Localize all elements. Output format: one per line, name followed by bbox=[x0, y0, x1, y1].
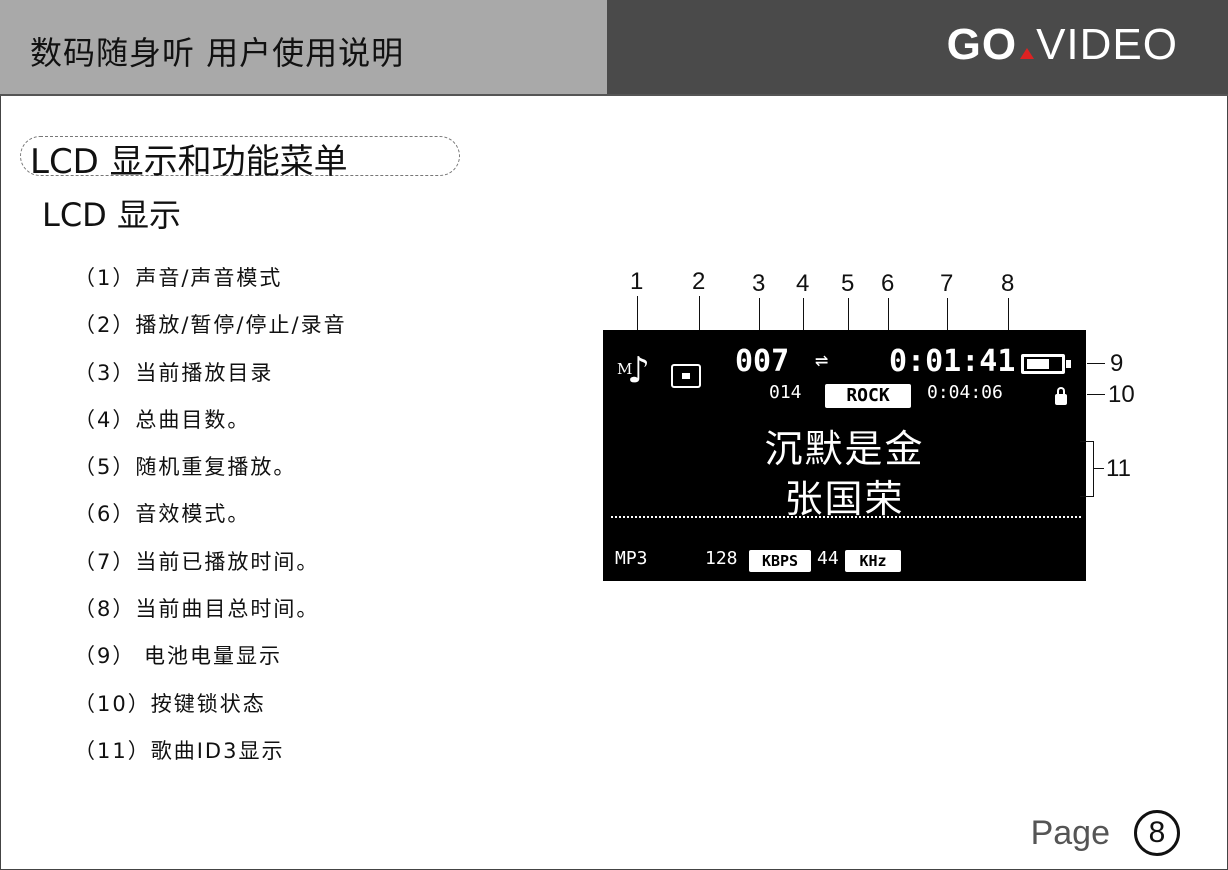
legend-item: （9） 电池电量显示 bbox=[74, 644, 283, 669]
logo-go-text: GO bbox=[946, 20, 1018, 69]
lcd-track-total: 014 bbox=[769, 382, 802, 403]
lcd-divider bbox=[611, 516, 1081, 518]
lcd-bitrate-unit: KBPS bbox=[749, 550, 811, 572]
document-title: 数码随身听 用户使用说明 bbox=[30, 34, 405, 72]
music-note-icon: ♪ bbox=[627, 348, 650, 392]
callout-number-8: 8 bbox=[1001, 270, 1015, 297]
lcd-song-title: 沉默是金 bbox=[764, 427, 925, 471]
lock-icon bbox=[1055, 387, 1067, 405]
legend-item: （11）歌曲ID3显示 bbox=[74, 738, 285, 763]
legend-item: （4）总曲目数。 bbox=[74, 407, 251, 432]
callout-number-3: 3 bbox=[752, 270, 766, 297]
callout-line-11 bbox=[1094, 468, 1104, 469]
page-number: 8 bbox=[1134, 810, 1180, 856]
legend-list: （1）声音/声音模式 （2）播放/暂停/停止/录音 （3）当前播放目录 （4）总… bbox=[74, 262, 347, 782]
brand-logo: GO VIDEO bbox=[947, 20, 1178, 70]
callout-number-9: 9 bbox=[1110, 350, 1124, 377]
callout-number-5: 5 bbox=[841, 270, 855, 297]
lcd-sample-rate: 44 bbox=[817, 548, 839, 569]
repeat-shuffle-icon: ⇌ bbox=[815, 348, 829, 373]
callout-number-11: 11 bbox=[1106, 455, 1131, 482]
lcd-eq-mode: ROCK bbox=[825, 384, 911, 408]
callout-number-1: 1 bbox=[630, 268, 644, 295]
lcd-folder-number: 007 bbox=[735, 344, 790, 379]
lcd-format: MP3 bbox=[615, 548, 648, 569]
legend-item: （1）声音/声音模式 bbox=[74, 266, 283, 290]
lcd-screen: M ♪ 007 ⇌ 0:01:41 014 ROCK 0:04:06 沉默是金 … bbox=[603, 330, 1086, 581]
callout-number-7: 7 bbox=[940, 270, 954, 297]
legend-item: （7）当前已播放时间。 bbox=[74, 549, 320, 574]
logo-video-text: VIDEO bbox=[1036, 20, 1178, 69]
callout-number-6: 6 bbox=[881, 270, 895, 297]
section-title: LCD 显示和功能菜单 bbox=[30, 142, 348, 182]
legend-item: （3）当前播放目录 bbox=[74, 360, 274, 385]
lcd-artist: 张国荣 bbox=[784, 477, 905, 521]
callout-number-2: 2 bbox=[692, 268, 706, 295]
lcd-sample-unit: KHz bbox=[845, 550, 901, 572]
callout-line-9 bbox=[1087, 363, 1105, 364]
logo-triangle-icon bbox=[1020, 48, 1035, 59]
legend-item: （10）按键锁状态 bbox=[74, 691, 266, 716]
header-logo-bar: GO VIDEO bbox=[607, 0, 1228, 96]
legend-item: （6）音效模式。 bbox=[74, 502, 251, 527]
stop-icon bbox=[671, 364, 701, 388]
callout-number-4: 4 bbox=[796, 270, 810, 297]
callout-number-10: 10 bbox=[1108, 381, 1135, 408]
callout-bracket-11 bbox=[1080, 441, 1094, 497]
legend-item: （2）播放/暂停/停止/录音 bbox=[74, 313, 347, 338]
page-label: Page bbox=[1030, 814, 1110, 852]
callout-line-10 bbox=[1087, 394, 1105, 395]
section-subtitle: LCD 显示 bbox=[42, 196, 181, 234]
lcd-total-time: 0:04:06 bbox=[927, 382, 1003, 403]
lcd-elapsed-time: 0:01:41 bbox=[889, 344, 1016, 379]
battery-icon bbox=[1021, 354, 1071, 374]
legend-item: （8）当前曲目总时间。 bbox=[74, 597, 320, 622]
lcd-bitrate: 128 bbox=[705, 548, 738, 569]
legend-item: （5）随机重复播放。 bbox=[74, 455, 297, 480]
header-title-bar: 数码随身听 用户使用说明 bbox=[0, 0, 607, 96]
